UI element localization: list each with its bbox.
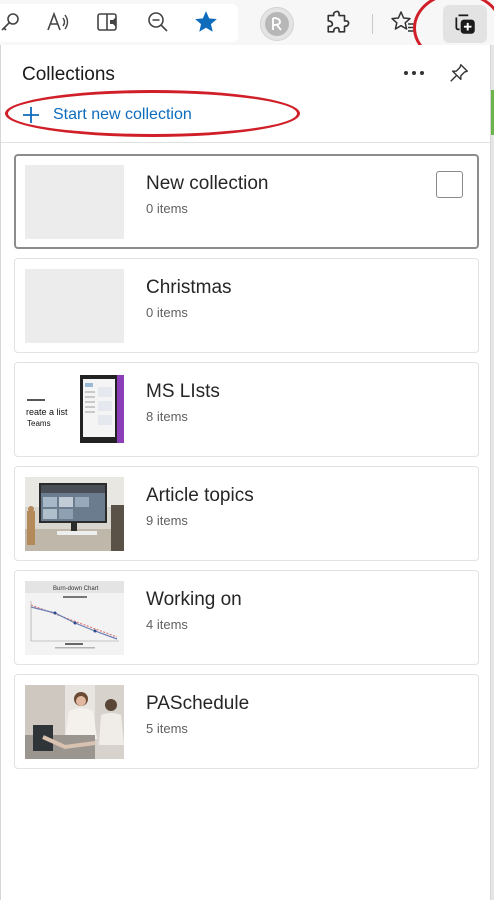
zoom-out-icon[interactable]: [142, 6, 174, 38]
collection-thumbnail-empty: [25, 269, 124, 343]
collection-card-ms-lists[interactable]: reate a list Teams MS LIsts 8 items: [14, 362, 479, 457]
collection-select-checkbox[interactable]: [436, 171, 463, 198]
pin-panel-button[interactable]: [445, 59, 473, 87]
annotation-ellipse-start-new: [5, 90, 300, 137]
collection-item-count: 8 items: [146, 409, 188, 424]
collection-name: Article topics: [146, 485, 254, 506]
toolbar-separator: [372, 14, 373, 34]
collection-name: New collection: [146, 173, 269, 194]
collections-panel: Collections Start new collection New col…: [0, 45, 492, 900]
thumb-text-line2: Teams: [27, 419, 51, 428]
collection-thumbnail-ms-lists: reate a list Teams: [25, 373, 124, 447]
collection-thumbnail-burndown-chart: Burn-down Chart: [25, 581, 124, 655]
collection-thumbnail-desk-photo: [25, 477, 124, 551]
favorite-star-filled-icon[interactable]: [190, 6, 222, 38]
profile-initial-icon: [265, 12, 289, 36]
collection-card-article-topics[interactable]: Article topics 9 items: [14, 466, 479, 561]
collection-card-christmas[interactable]: Christmas 0 items: [14, 258, 479, 353]
profile-avatar[interactable]: [260, 7, 294, 41]
more-options-button[interactable]: [399, 61, 429, 85]
immersive-reader-icon[interactable]: [93, 6, 125, 38]
browser-toolbar: [0, 0, 494, 64]
key-icon[interactable]: [0, 6, 26, 38]
more-options-icon: [404, 71, 424, 75]
read-aloud-icon[interactable]: [42, 6, 74, 38]
collection-thumbnail-empty: [25, 165, 124, 239]
collection-name: Christmas: [146, 277, 232, 298]
collection-name: PASchedule: [146, 693, 250, 714]
collection-item-count: 0 items: [146, 201, 188, 216]
collection-card-working-on[interactable]: Burn-down Chart Working on 4 items: [14, 570, 479, 665]
collection-card-paschedule[interactable]: PASchedule 5 items: [14, 674, 479, 769]
collection-name: MS LIsts: [146, 381, 220, 402]
collection-item-count: 0 items: [146, 305, 188, 320]
collection-thumbnail-office-photo: [25, 685, 124, 759]
pin-icon: [450, 64, 468, 82]
collection-item-count: 4 items: [146, 617, 188, 632]
panel-title: Collections: [22, 64, 115, 85]
thumb-text-line1: reate a list: [26, 407, 68, 417]
collection-name: Working on: [146, 589, 242, 610]
collection-item-count: 5 items: [146, 721, 188, 736]
collection-item-count: 9 items: [146, 513, 188, 528]
extensions-icon[interactable]: [322, 6, 354, 38]
panel-divider: [1, 142, 492, 143]
collection-card-new-collection[interactable]: New collection 0 items: [14, 154, 479, 249]
thumb-chart-title: Burn-down Chart: [53, 586, 99, 592]
